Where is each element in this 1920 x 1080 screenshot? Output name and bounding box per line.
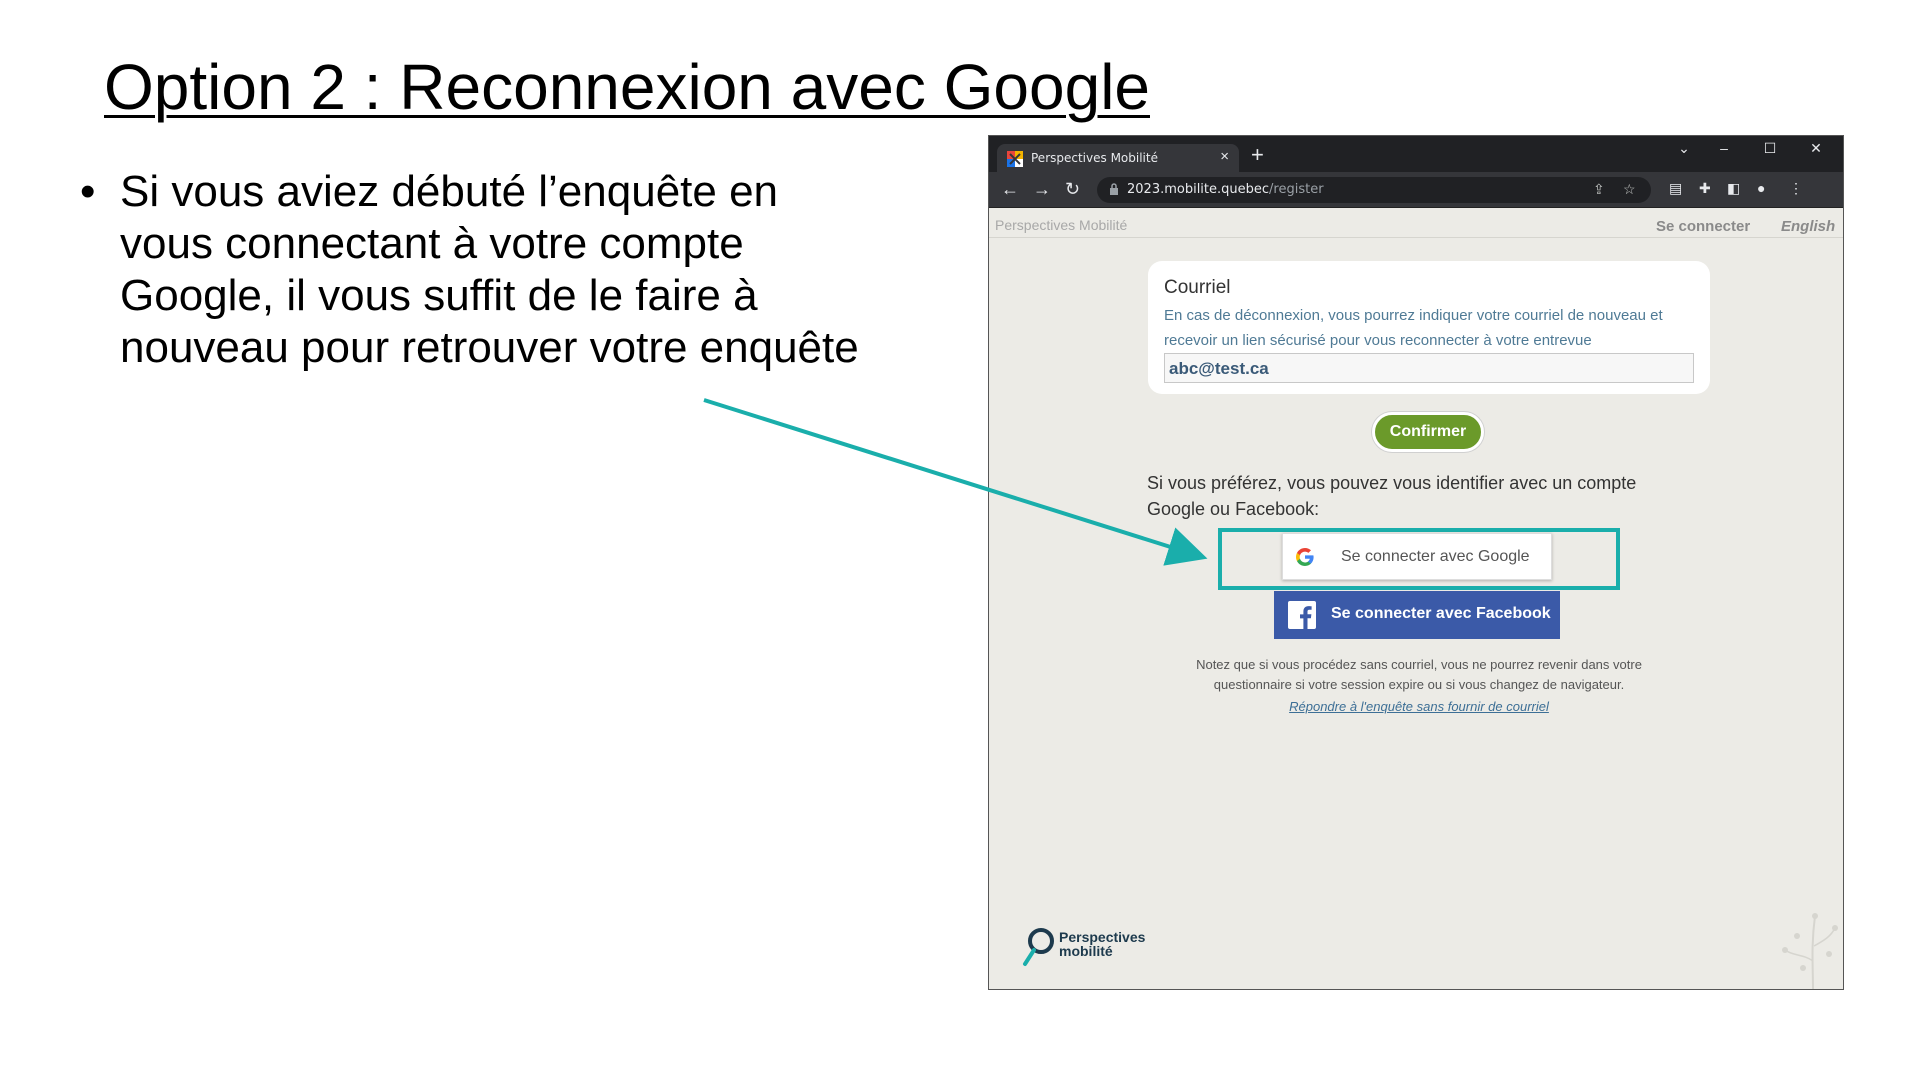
tab-close-icon[interactable]: × (1220, 148, 1229, 165)
facebook-login-label: Se connecter avec Facebook (1331, 605, 1551, 622)
share-icon[interactable]: ⇪ (1593, 181, 1605, 198)
menu-icon[interactable]: ⋮ (1789, 180, 1803, 197)
google-icon (1296, 548, 1314, 566)
plant-decoration-icon (1782, 913, 1838, 989)
address-bar[interactable]: 2023.mobilite.quebec/register ⇪ ☆ (1097, 177, 1651, 203)
tab-search-icon[interactable]: ⌄ (1669, 140, 1699, 157)
email-help-text: En cas de déconnexion, vous pourrez indi… (1164, 307, 1663, 349)
google-login-label: Se connecter avec Google (1341, 548, 1530, 565)
tab-title: Perspectives Mobilité (1031, 151, 1158, 165)
reload-icon[interactable]: ↻ (1065, 179, 1080, 200)
forward-icon[interactable]: → (1033, 179, 1051, 200)
extensions-icon[interactable]: ✚ (1699, 180, 1711, 197)
language-link[interactable]: English (1781, 218, 1835, 235)
minimize-icon[interactable]: – (1709, 140, 1739, 156)
footer-logo[interactable]: Perspectives mobilité (1021, 926, 1161, 971)
back-icon[interactable]: ← (1001, 179, 1019, 200)
window-close-icon[interactable]: ✕ (1801, 140, 1831, 157)
bullet-dot: • (80, 167, 96, 216)
new-tab-button[interactable]: + (1251, 142, 1264, 168)
email-card: Courriel En cas de déconnexion, vous pou… (1148, 261, 1710, 394)
profile-icon[interactable]: ● (1757, 180, 1765, 196)
facebook-login-button[interactable]: Se connecter avec Facebook (1274, 591, 1560, 639)
browser-window: Perspectives Mobilité × + ⌄ – ☐ ✕ ← → ↻ … (988, 135, 1844, 990)
email-field[interactable]: abc@test.ca (1164, 353, 1694, 383)
site-brand[interactable]: Perspectives Mobilité (995, 217, 1127, 233)
tab-bar: Perspectives Mobilité × + ⌄ – ☐ ✕ (989, 136, 1843, 172)
url-text: 2023.mobilite.quebec/register (1127, 182, 1324, 197)
bullet-item: • Si vous aviez débuté l’enquête en vous… (80, 166, 870, 374)
magnifier-logo-icon (1023, 928, 1054, 966)
bullet-text: Si vous aviez débuté l’enquête en vous c… (120, 167, 859, 372)
star-icon[interactable]: ☆ (1623, 181, 1636, 198)
google-login-button[interactable]: Se connecter avec Google (1282, 533, 1552, 580)
lock-icon (1110, 183, 1118, 195)
site-header: Perspectives Mobilité Se connecter Engli… (989, 208, 1843, 238)
login-link[interactable]: Se connecter (1656, 218, 1750, 235)
maximize-icon[interactable]: ☐ (1755, 140, 1785, 157)
side-panel-icon[interactable]: ◧ (1727, 180, 1740, 197)
footer-logo-text: Perspectives mobilité (1059, 929, 1146, 959)
browser-toolbar: ← → ↻ 2023.mobilite.quebec/register ⇪ ☆ … (989, 172, 1843, 208)
facebook-icon (1288, 601, 1316, 629)
slide-title: Option 2 : Reconnexion avec Google (104, 51, 1150, 123)
skip-email-link[interactable]: Répondre à l'enquête sans fournir de cou… (1159, 699, 1679, 714)
social-login-prompt: Si vous préférez, vous pouvez vous ident… (1147, 473, 1637, 519)
browser-tab[interactable]: Perspectives Mobilité × (997, 144, 1239, 172)
no-email-note: Notez que si vous procédez sans courriel… (1196, 657, 1642, 692)
confirm-button[interactable]: Confirmer (1372, 412, 1484, 452)
email-label: Courriel (1164, 277, 1231, 298)
favicon-icon (1007, 151, 1023, 167)
reading-list-icon[interactable]: ▤ (1669, 180, 1682, 197)
